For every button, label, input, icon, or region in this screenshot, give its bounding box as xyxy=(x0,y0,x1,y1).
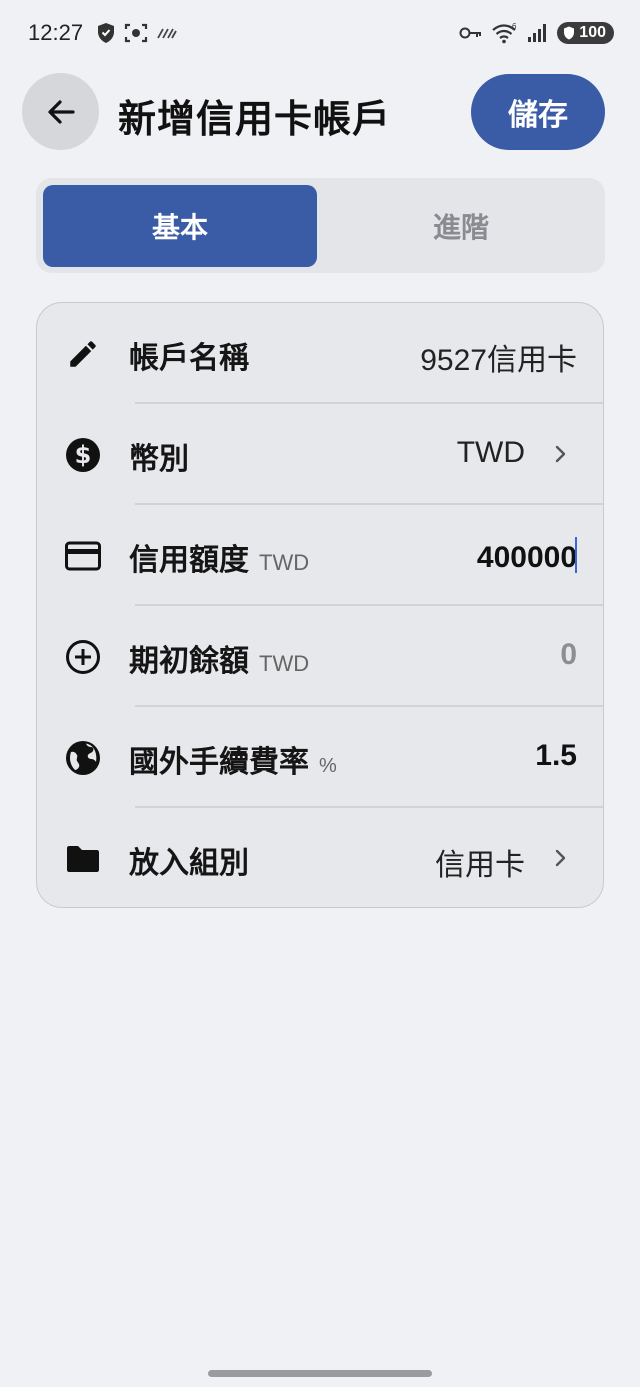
account-form-card: 帳戶名稱 9527信用卡 $ 幣別 TWD 信用額度 TWD 400000 期初… xyxy=(36,302,604,908)
page-title: 新增信用卡帳戶 xyxy=(118,97,392,141)
credit-limit-row[interactable]: 信用額度 TWD 400000 xyxy=(37,505,603,606)
group-label: 放入組別 xyxy=(129,846,249,881)
signal-slash-icon xyxy=(157,28,177,39)
battery-indicator: 100 xyxy=(557,22,614,44)
tab-advanced[interactable]: 進階 xyxy=(324,185,598,267)
key-icon xyxy=(459,27,482,39)
home-indicator[interactable] xyxy=(208,1370,432,1377)
credit-limit-unit: TWD xyxy=(259,550,310,575)
opening-balance-input[interactable]: 0 xyxy=(560,638,577,672)
currency-row[interactable]: $ 幣別 TWD xyxy=(37,404,603,505)
folder-icon xyxy=(65,841,101,877)
foreign-fee-input[interactable]: 1.5 xyxy=(535,739,577,773)
currency-label: 幣別 xyxy=(129,442,189,477)
foreign-fee-unit: % xyxy=(319,755,337,777)
status-bar: 12:27 6 100 xyxy=(0,0,640,68)
foreign-fee-label: 國外手續費率% xyxy=(129,737,337,781)
account-name-row[interactable]: 帳戶名稱 9527信用卡 xyxy=(37,303,603,404)
globe-icon xyxy=(65,740,101,776)
foreign-fee-row[interactable]: 國外手續費率% 1.5 xyxy=(37,707,603,808)
cell-signal-icon xyxy=(528,24,547,42)
pencil-icon xyxy=(65,336,101,372)
plus-circle-icon xyxy=(65,639,101,675)
opening-balance-row[interactable]: 期初餘額 TWD 0 xyxy=(37,606,603,707)
chevron-right-icon xyxy=(555,445,566,463)
svg-text:6: 6 xyxy=(512,22,517,31)
battery-level: 100 xyxy=(579,24,606,41)
tab-bar: 基本 進階 xyxy=(36,178,605,273)
status-left-icons xyxy=(96,22,178,44)
shield-icon xyxy=(98,23,114,43)
status-time: 12:27 xyxy=(28,20,84,45)
arrow-left-icon xyxy=(47,99,75,124)
chevron-right-icon xyxy=(555,849,566,867)
currency-value: TWD xyxy=(456,436,525,469)
foreign-fee-label-text: 國外手續費率 xyxy=(129,745,309,780)
status-right-icons: 6 100 xyxy=(459,22,614,44)
account-name-value[interactable]: 9527信用卡 xyxy=(420,335,577,379)
svg-text:$: $ xyxy=(75,441,92,469)
group-value: 信用卡 xyxy=(435,849,525,882)
credit-limit-input[interactable]: 400000 xyxy=(477,537,577,575)
back-button[interactable] xyxy=(22,73,99,150)
dollar-circle-icon: $ xyxy=(65,437,101,473)
battery-shield-icon xyxy=(564,26,575,40)
wifi-icon: 6 xyxy=(492,22,517,44)
screen-capture-icon xyxy=(124,23,148,43)
text-cursor xyxy=(575,537,577,573)
tab-basic[interactable]: 基本 xyxy=(43,185,317,267)
save-button[interactable]: 儲存 xyxy=(471,74,605,150)
group-row[interactable]: 放入組別 信用卡 xyxy=(37,808,603,907)
credit-limit-label-text: 信用額度 xyxy=(129,543,249,578)
credit-limit-label: 信用額度 TWD xyxy=(129,535,309,579)
credit-limit-value: 400000 xyxy=(476,541,577,574)
opening-balance-label: 期初餘額 TWD xyxy=(129,636,309,680)
opening-balance-label-text: 期初餘額 xyxy=(129,644,249,679)
account-name-label: 帳戶名稱 xyxy=(129,341,249,376)
opening-balance-unit: TWD xyxy=(259,651,310,676)
credit-card-icon xyxy=(65,538,101,574)
